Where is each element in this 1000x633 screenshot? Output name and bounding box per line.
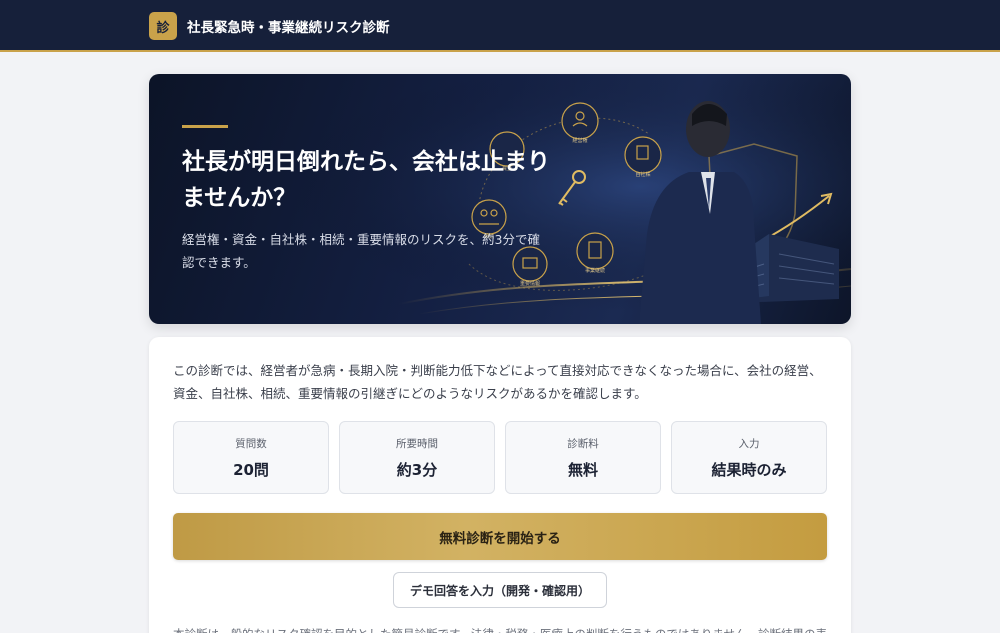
hero-icon-label: 経営権 — [572, 137, 587, 144]
stat-label: 質問数 — [235, 438, 267, 450]
stat-label: 診断料 — [567, 438, 599, 450]
stat-questions: 質問数 20問 — [173, 421, 329, 494]
building-small-icon — [576, 232, 614, 270]
hero-subtitle: 経営権・資金・自社株・相続・重要情報のリスクを、約3分で確認できます。 — [182, 232, 540, 270]
hero-icon-label: 自社株 — [635, 171, 650, 178]
stat-label: 所要時間 — [396, 438, 438, 450]
app-title: 社長緊急時・事業継続リスク診断 — [187, 20, 390, 36]
intro-text: この診断では、経営者が急病・長期入院・判断能力低下などによって直接対応できなくな… — [173, 363, 822, 401]
start-diagnosis-button[interactable]: 無料診断を開始する — [173, 513, 827, 560]
stat-value: 20問 — [233, 461, 269, 479]
app-logo-icon: 診 — [149, 12, 177, 40]
stat-label: 入力 — [738, 438, 760, 450]
stat-duration: 所要時間 約3分 — [339, 421, 495, 494]
stat-value: 約3分 — [396, 461, 438, 479]
diagnosis-card: この診断では、経営者が急病・長期入院・判断能力低下などによって直接対応できなくな… — [149, 337, 851, 633]
demo-answer-button[interactable]: デモ回答を入力（開発・確認用） — [393, 572, 607, 608]
hero-banner: 経営権 自社株 資金 事業継続 重要情報 相続 社長が明日倒れたら、会社は止まりませんか？… — [149, 74, 851, 324]
disclaimer-text: 本診断は一般的なリスク確認を目的とした簡易診断です。法律・税務・医療上の判断を行… — [173, 624, 833, 633]
stat-value: 結果時のみ — [711, 461, 787, 479]
hero-accent-line — [182, 125, 228, 128]
app-header: 診 社長緊急時・事業継続リスク診断 — [0, 0, 1000, 52]
stat-fee: 診断料 無料 — [505, 421, 661, 494]
stat-input: 入力 結果時のみ — [671, 421, 827, 494]
stat-value: 無料 — [567, 461, 598, 479]
hero-icon-label: 重要情報 — [520, 280, 540, 287]
management-icon — [561, 102, 599, 140]
hero-icon-label: 事業継続 — [585, 267, 605, 274]
stock-icon — [624, 136, 662, 174]
hero-title: 社長が明日倒れたら、会社は止まりませんか？ — [182, 149, 550, 211]
